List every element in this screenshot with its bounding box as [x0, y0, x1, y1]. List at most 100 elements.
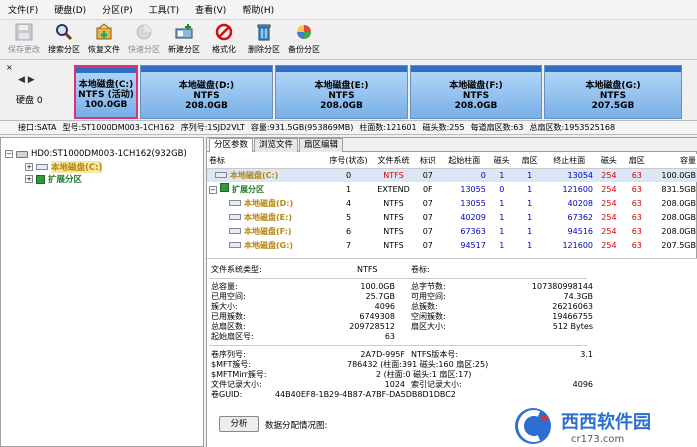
- used-clusters-value: 6749308: [359, 312, 395, 321]
- mftmirr-cluster-label: $MFTMirr簇号:: [211, 370, 267, 379]
- drive-icon: [229, 241, 241, 248]
- total-clusters-label: 总簇数:: [411, 302, 438, 311]
- drive-icon: [229, 213, 241, 220]
- recover-icon: [94, 22, 114, 42]
- tab-sector-edit[interactable]: 扇区编辑: [299, 138, 344, 152]
- cluster-size-label: 簇大小:: [211, 302, 238, 311]
- save-button[interactable]: 保存更改: [4, 20, 44, 60]
- tree-item-extended[interactable]: + 扩展分区: [25, 173, 82, 185]
- info-sectors-per-track: 每道扇区数:63: [470, 123, 524, 132]
- format-icon: [214, 22, 234, 42]
- table-row[interactable]: 本地磁盘(D:) 4 NTFS 07 13055 1 1 40208 254 6…: [207, 196, 697, 210]
- partition-block-e[interactable]: 本地磁盘(E:) NTFS 208.0GB: [275, 65, 408, 119]
- info-interface: 接口:SATA: [18, 123, 57, 132]
- used-space-value: 25.7GB: [365, 292, 396, 301]
- disk-map: × ◀ ▶ 硬盘 0 本地磁盘(C:) NTFS (活动) 100.0GB 本地磁盘…: [0, 61, 697, 121]
- sector-size-label: 扇区大小:: [411, 322, 446, 331]
- extended-partition-icon: [36, 174, 45, 184]
- backup-partition-button[interactable]: 备份分区: [284, 20, 324, 60]
- partition-block-f[interactable]: 本地磁盘(F:) NTFS 208.0GB: [410, 65, 542, 119]
- menu-disk[interactable]: 硬盘(D): [54, 3, 86, 16]
- menu-help[interactable]: 帮助(H): [242, 3, 274, 16]
- start-sector-value: 63: [384, 332, 395, 341]
- ntfs-version-value: 3.1: [580, 350, 593, 359]
- file-record-size-label: 文件记录大小:: [211, 380, 262, 389]
- tab-browse-files[interactable]: 浏览文件: [254, 138, 299, 152]
- data-distribution-label: 数据分配情况图:: [265, 421, 328, 431]
- tab-bar: 分区参数 浏览文件 扇区编辑: [207, 138, 697, 152]
- analyze-button[interactable]: 分析: [219, 416, 259, 432]
- free-clusters-label: 空闲簇数:: [411, 312, 446, 321]
- fs-type-value: NTFS: [357, 265, 378, 274]
- format-button[interactable]: 格式化: [204, 20, 244, 60]
- svg-text:cr173.com: cr173.com: [571, 434, 624, 445]
- table-row[interactable]: 本地磁盘(G:) 7 NTFS 07 94517 1 1 121600 254 …: [207, 238, 697, 252]
- volume-guid-value: 44B40EF8-1B29-4B87-A7BF-DA5DB8D1DBC2: [275, 390, 456, 399]
- menu-partition[interactable]: 分区(P): [102, 3, 132, 16]
- start-sector-label: 起始扇区号:: [211, 332, 254, 341]
- total-bytes-value: 107380998144: [531, 282, 593, 291]
- info-heads: 磁头数:255: [422, 123, 465, 132]
- drive-icon: [36, 164, 48, 170]
- disk-info-line: 接口:SATA 型号:ST1000DM003-1CH162 序列号:1SJD2V…: [0, 121, 697, 135]
- partition-block-d[interactable]: 本地磁盘(D:) NTFS 208.0GB: [140, 65, 273, 119]
- watermark-icon: 西西软件园 cr173.com: [515, 408, 651, 445]
- delete-icon: [254, 22, 274, 42]
- tree-disk[interactable]: − HD0:ST1000DM003-1CH162(932GB): [5, 148, 187, 160]
- new-partition-icon: [174, 22, 194, 42]
- total-sectors-label: 总扇区数:: [211, 322, 246, 331]
- total-capacity-label: 总容量:: [211, 282, 238, 291]
- table-header: 卷标 序号(状态) 文件系统 标识 起始柱面 磁头 扇区 终止柱面 磁头 扇区 …: [207, 154, 697, 169]
- menu-tools[interactable]: 工具(T): [149, 3, 180, 16]
- info-cylinders: 柱面数:121601: [359, 123, 417, 132]
- hard-disk-icon: [16, 150, 28, 158]
- info-model: 型号:ST1000DM003-1CH162: [62, 123, 175, 132]
- collapse-icon[interactable]: −: [209, 186, 217, 194]
- search-icon: [54, 22, 74, 42]
- used-clusters-label: 已用簇数:: [211, 312, 246, 321]
- info-serial: 序列号:1SJD2VLT: [180, 123, 245, 132]
- tree-item-c[interactable]: + 本地磁盘(C:): [25, 161, 103, 173]
- partition-block-c[interactable]: 本地磁盘(C:) NTFS (活动) 100.0GB: [74, 65, 138, 119]
- tab-partition-params[interactable]: 分区参数: [209, 138, 254, 152]
- partition-block-g[interactable]: 本地磁盘(G:) NTFS 207.5GB: [544, 65, 682, 119]
- table-row[interactable]: 本地磁盘(E:) 5 NTFS 07 40209 1 1 67362 254 6…: [207, 210, 697, 224]
- disk-nav-arrows[interactable]: ◀ ▶: [18, 75, 35, 85]
- partition-table: 卷标 序号(状态) 文件系统 标识 起始柱面 磁头 扇区 终止柱面 磁头 扇区 …: [207, 154, 697, 252]
- disk-label: 硬盘 0: [16, 96, 43, 106]
- total-sectors-value: 209728512: [349, 322, 395, 331]
- collapse-icon[interactable]: −: [5, 150, 13, 158]
- quick-partition-icon: [134, 22, 154, 42]
- close-icon[interactable]: ×: [6, 63, 13, 72]
- expand-icon[interactable]: +: [25, 163, 33, 171]
- svg-text:西西软件园: 西西软件园: [561, 411, 651, 433]
- info-total-sectors: 总扇区数:1953525168: [529, 123, 616, 132]
- backup-icon: [294, 22, 314, 42]
- toolbar: 保存更改 搜索分区 恢复文件 快速分区 新建分区 格式化 删除分区 备份分区: [0, 20, 697, 60]
- table-row[interactable]: − 扩展分区 1 EXTEND 0F 13055 0 1 121600 254 6…: [207, 182, 697, 196]
- new-partition-button[interactable]: 新建分区: [164, 20, 204, 60]
- used-space-label: 已用空间:: [211, 292, 246, 301]
- fs-type-label: 文件系统类型:: [211, 265, 262, 274]
- mft-cluster-label: $MFT簇号:: [211, 360, 252, 369]
- search-partition-button[interactable]: 搜索分区: [44, 20, 84, 60]
- menu-file[interactable]: 文件(F): [8, 3, 38, 16]
- menu-bar: 文件(F) 硬盘(D) 分区(P) 工具(T) 查看(V) 帮助(H): [0, 0, 697, 20]
- delete-partition-button[interactable]: 删除分区: [244, 20, 284, 60]
- cluster-size-value: 4096: [374, 302, 395, 311]
- quick-partition-button[interactable]: 快速分区: [124, 20, 164, 60]
- recover-files-button[interactable]: 恢复文件: [84, 20, 124, 60]
- table-row[interactable]: 本地磁盘(F:) 6 NTFS 07 67363 1 1 94516 254 6…: [207, 224, 697, 238]
- drive-icon: [229, 227, 241, 234]
- menu-view[interactable]: 查看(V): [195, 3, 226, 16]
- table-row[interactable]: 本地磁盘(C:) 0 NTFS 07 0 1 1 13054 254 63 10…: [207, 168, 697, 182]
- index-record-size-value: 4096: [572, 380, 593, 389]
- drive-icon: [229, 199, 241, 206]
- ntfs-version-label: NTFS版本号:: [411, 350, 459, 359]
- expand-icon[interactable]: +: [25, 175, 33, 183]
- index-record-size-label: 索引记录大小:: [411, 380, 462, 389]
- drive-icon: [215, 171, 227, 178]
- total-capacity-value: 100.0GB: [360, 282, 395, 291]
- right-panel: 分区参数 浏览文件 扇区编辑 卷标 序号(状态) 文件系统 标识 起始柱面 磁头…: [206, 137, 697, 447]
- volume-serial-label: 卷序列号:: [211, 350, 246, 359]
